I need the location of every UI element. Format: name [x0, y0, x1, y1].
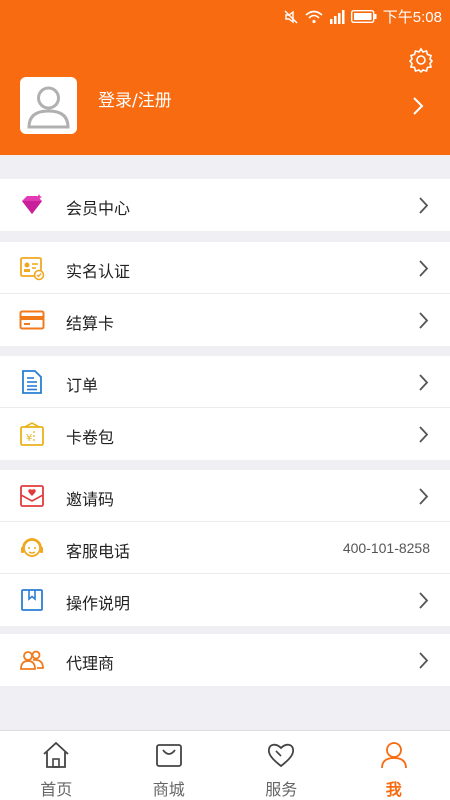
heart-icon — [268, 743, 295, 768]
tab-label: 我 — [385, 780, 402, 799]
chevron-right-icon — [419, 592, 429, 609]
invite-envelope-icon — [20, 485, 44, 507]
menu-item-member-center[interactable]: 会员中心 — [0, 179, 450, 231]
chevron-right-icon — [419, 312, 429, 329]
tab-label: 服务 — [265, 780, 298, 799]
menu-item-invite-code[interactable]: 邀请码 — [0, 470, 450, 522]
menu-item-real-name[interactable]: 实名认证 — [0, 242, 450, 294]
chevron-right-icon — [419, 426, 429, 443]
menu-section-member: 会员中心 — [0, 179, 450, 231]
customer-service-phone[interactable]: 400-101-8258 — [343, 540, 430, 556]
chevron-right-icon — [419, 488, 429, 505]
menu-label: 代理商 — [66, 654, 115, 673]
user-icon — [27, 86, 70, 129]
tab-label: 商城 — [152, 780, 185, 799]
battery-icon — [350, 10, 377, 23]
status-bar: 下午5:08 — [0, 0, 450, 30]
diamond-icon — [22, 194, 42, 214]
tab-home[interactable]: 首页 — [0, 731, 113, 800]
tab-me[interactable]: 我 — [338, 731, 450, 800]
id-card-icon — [20, 257, 45, 281]
tab-mall[interactable]: 商城 — [113, 731, 226, 800]
status-time: 下午5:08 — [382, 9, 442, 26]
chevron-right-icon — [419, 260, 429, 277]
menu-item-orders[interactable]: 订单 — [0, 356, 450, 408]
menu-label: 卡卷包 — [66, 428, 115, 447]
tab-service[interactable]: 服务 — [225, 731, 338, 800]
menu-section-help: 邀请码 客服电话 400-101-8258 操作说明 — [0, 470, 450, 626]
headset-agent-icon — [21, 538, 43, 557]
chevron-right-icon[interactable] — [412, 96, 424, 116]
user-icon — [380, 742, 407, 769]
menu-label: 结算卡 — [66, 314, 115, 333]
credit-card-icon — [19, 310, 45, 330]
signal-icon — [329, 9, 345, 24]
menu-label: 会员中心 — [66, 199, 131, 218]
menu-item-customer-service[interactable]: 客服电话 400-101-8258 — [0, 522, 450, 574]
menu-item-settlement-card[interactable]: 结算卡 — [0, 294, 450, 346]
chevron-right-icon — [419, 197, 429, 214]
mute-icon — [284, 10, 298, 23]
menu-label: 实名认证 — [66, 262, 131, 281]
profile-header: 下午5:08 登录/注册 — [0, 0, 450, 155]
shopping-bag-icon — [155, 744, 182, 767]
tab-label: 首页 — [40, 780, 73, 799]
coupon-icon: ¥ — [20, 422, 44, 446]
menu-item-agent[interactable]: 代理商 — [0, 634, 450, 686]
home-icon — [43, 741, 69, 768]
login-register-link[interactable]: 登录/注册 — [98, 86, 172, 111]
avatar[interactable] — [20, 77, 77, 134]
bottom-tab-bar: 首页 商城 服务 我 — [0, 730, 450, 800]
menu-label: 邀请码 — [66, 490, 115, 509]
gear-icon[interactable] — [408, 47, 434, 73]
menu-section-orders: 订单 ¥ 卡卷包 — [0, 356, 450, 460]
document-icon — [22, 370, 42, 394]
menu-label: 客服电话 — [66, 542, 131, 561]
bookmark-book-icon — [21, 589, 43, 611]
wifi-icon — [305, 10, 323, 23]
group-icon — [20, 650, 44, 670]
chevron-right-icon — [419, 374, 429, 391]
menu-label: 订单 — [66, 376, 99, 395]
menu-section-account: 实名认证 结算卡 — [0, 242, 450, 346]
svg-text:¥: ¥ — [26, 433, 32, 444]
menu-section-agent: 代理商 — [0, 634, 450, 686]
menu-item-coupon-wallet[interactable]: ¥ 卡卷包 — [0, 408, 450, 460]
menu-label: 操作说明 — [66, 594, 131, 613]
menu-item-instructions[interactable]: 操作说明 — [0, 574, 450, 626]
chevron-right-icon — [419, 652, 429, 669]
